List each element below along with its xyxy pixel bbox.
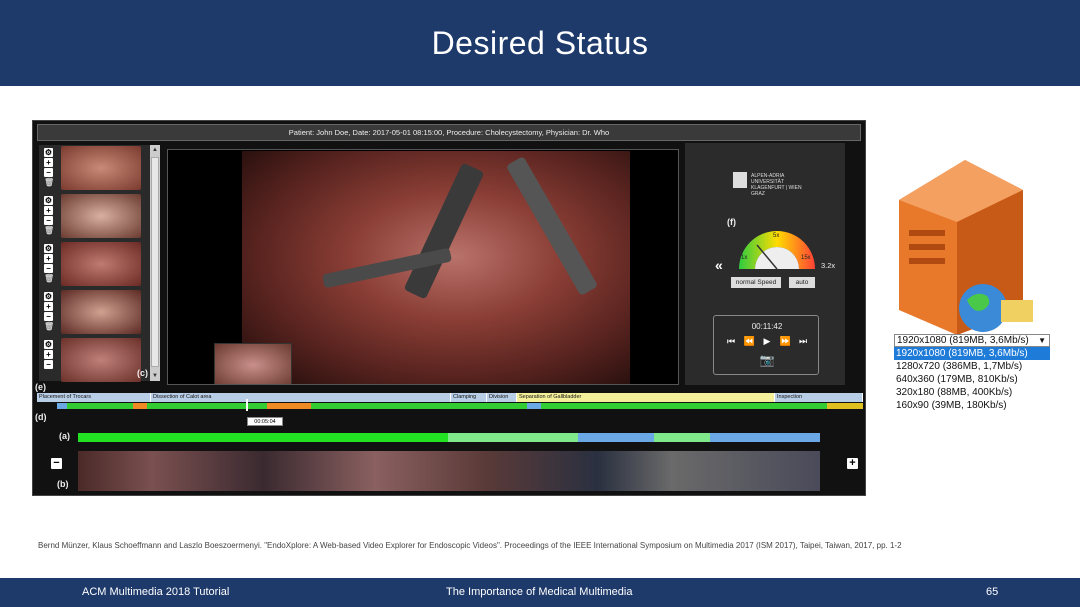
- normal-speed-button[interactable]: normal Speed: [731, 277, 781, 288]
- label-d: (d): [35, 412, 47, 422]
- trash-icon[interactable]: 🗑: [44, 274, 54, 283]
- plus-icon[interactable]: +: [44, 206, 53, 215]
- gauge-value: 3.2x: [821, 261, 836, 270]
- list-item[interactable]: ⚙ + − 🗑: [39, 193, 159, 239]
- quality-option[interactable]: 1920x1080 (819MB, 3,6Mb/s): [894, 347, 1050, 360]
- quality-selector[interactable]: 1920x1080 (819MB, 3,6Mb/s) ▼ 1920x1080 (8…: [894, 334, 1050, 412]
- minus-icon[interactable]: −: [44, 216, 53, 225]
- surgical-instrument: [403, 162, 485, 300]
- time-tooltip: 00:05:04: [247, 417, 283, 426]
- settings-icon[interactable]: ⚙: [44, 148, 53, 157]
- skip-to-start-icon[interactable]: ⏮: [726, 336, 737, 347]
- endoscopic-video-frame[interactable]: [242, 151, 630, 384]
- trash-icon[interactable]: 🗑: [44, 226, 54, 235]
- zoom-out-button[interactable]: −: [51, 458, 62, 469]
- keyframe-thumbnail[interactable]: [61, 290, 141, 334]
- server-icon: [899, 160, 1033, 335]
- plus-icon[interactable]: +: [44, 350, 53, 359]
- trash-icon[interactable]: 🗑: [44, 178, 54, 187]
- auto-speed-button[interactable]: auto: [789, 277, 815, 288]
- settings-icon[interactable]: ⚙: [44, 244, 53, 253]
- quality-option[interactable]: 320x180 (88MB, 400Kb/s): [894, 386, 1050, 399]
- gauge-tick-5x: 5x: [773, 233, 779, 239]
- label-c: (c): [137, 368, 148, 378]
- settings-icon[interactable]: ⚙: [44, 340, 53, 349]
- keyframe-thumbnail[interactable]: [61, 194, 141, 238]
- plus-icon[interactable]: +: [44, 158, 53, 167]
- phase-segment[interactable]: Dissection of Calot area: [151, 393, 451, 402]
- patient-info-bar: Patient: John Doe, Date: 2017-05-01 08:1…: [37, 124, 861, 141]
- label-a: (a): [59, 431, 70, 441]
- footer-center: The Importance of Medical Multimedia: [446, 586, 633, 598]
- keyframe-thumbnail[interactable]: [61, 242, 141, 286]
- keyframe-scrollbar[interactable]: ▲ ▼: [150, 145, 160, 381]
- quality-option[interactable]: 160x90 (39MB, 180Kb/s): [894, 399, 1050, 412]
- list-item[interactable]: ⚙ + − 🗑: [39, 145, 159, 191]
- camera-icon[interactable]: 📷: [759, 353, 775, 367]
- timeline-cursor[interactable]: [246, 399, 248, 411]
- chevron-down-icon[interactable]: ▼: [1038, 335, 1046, 347]
- play-icon[interactable]: ▶: [762, 336, 773, 347]
- label-e: (e): [35, 382, 46, 392]
- plus-icon[interactable]: +: [44, 254, 53, 263]
- phase-segment[interactable]: Separation of Gallbladder: [517, 393, 775, 402]
- phase-segment[interactable]: Inspection: [775, 393, 863, 402]
- video-viewer[interactable]: (c): [167, 149, 679, 385]
- university-logo: ALPEN-ADRIA UNIVERSITÄT KLAGENFURT | WIE…: [733, 171, 803, 197]
- step-forward-icon[interactable]: ⏩: [780, 336, 791, 347]
- minus-icon[interactable]: −: [44, 360, 53, 369]
- scroll-down-icon[interactable]: ▼: [150, 371, 160, 381]
- skip-to-end-icon[interactable]: ⏭: [798, 336, 809, 347]
- slide-footer: ACM Multimedia 2018 Tutorial The Importa…: [0, 578, 1080, 607]
- slide-title: Desired Status: [431, 24, 649, 61]
- endoxplore-app: Patient: John Doe, Date: 2017-05-01 08:1…: [32, 120, 866, 496]
- slide: Desired Status Patient: John Doe, Date: …: [0, 0, 1080, 607]
- minus-icon[interactable]: −: [44, 312, 53, 321]
- collapse-panel-icon[interactable]: «: [715, 257, 723, 273]
- current-time: 00:11:42: [751, 322, 783, 331]
- surgical-instrument: [505, 156, 599, 296]
- gauge-tick-15x: 15x: [801, 255, 811, 261]
- quality-select[interactable]: 1920x1080 (819MB, 3,6Mb/s) ▼: [894, 334, 1050, 347]
- keyframe-thumbnail[interactable]: [61, 338, 141, 382]
- page-number: 65: [986, 586, 999, 598]
- playback-control-panel: ALPEN-ADRIA UNIVERSITÄT KLAGENFURT | WIE…: [685, 143, 845, 385]
- quality-option[interactable]: 1280x720 (386MB, 1,7Mb/s): [894, 360, 1050, 373]
- phase-segment[interactable]: Clamping: [451, 393, 487, 402]
- settings-icon[interactable]: ⚙: [44, 196, 53, 205]
- footer-left: ACM Multimedia 2018 Tutorial: [82, 586, 230, 598]
- speed-buttons: normal Speed auto: [731, 277, 831, 288]
- keyframe-thumbnail[interactable]: [61, 146, 141, 190]
- phase-segment[interactable]: Division: [487, 393, 517, 402]
- video-filmstrip[interactable]: [78, 451, 820, 491]
- list-item[interactable]: ⚙ + − 🗑: [39, 241, 159, 287]
- citation: Bernd Münzer, Klaus Schoeffmann and Lasz…: [38, 541, 902, 550]
- settings-icon[interactable]: ⚙: [44, 292, 53, 301]
- label-b: (b): [57, 479, 69, 489]
- minus-icon[interactable]: −: [44, 168, 53, 177]
- minus-icon[interactable]: −: [44, 264, 53, 273]
- step-back-icon[interactable]: ⏪: [744, 336, 755, 347]
- surgical-phase-bar[interactable]: Placement of Trocars Dissection of Calot…: [37, 393, 863, 402]
- event-timeline[interactable]: [57, 403, 863, 409]
- keyframe-list: ⚙ + − 🗑 ⚙ + − 🗑 ⚙ + − 🗑 ⚙ + − 🗑 ⚙ + −: [39, 145, 159, 382]
- scrollbar-thumb[interactable]: [151, 157, 159, 367]
- gauge-tick-1x: 1x: [741, 255, 747, 261]
- plus-icon[interactable]: +: [44, 302, 53, 311]
- phase-segment[interactable]: Placement of Trocars: [37, 393, 151, 402]
- slide-header: Desired Status: [0, 0, 1080, 86]
- zoom-in-button[interactable]: +: [847, 458, 858, 469]
- player-controls: 00:11:42 ⏮ ⏪ ▶ ⏩ ⏭ 📷: [713, 315, 819, 375]
- trash-icon[interactable]: 🗑: [44, 322, 54, 331]
- segment-timeline[interactable]: [78, 433, 820, 442]
- speed-gauge[interactable]: 1x 5x 15x: [735, 223, 819, 271]
- scroll-up-icon[interactable]: ▲: [150, 145, 160, 155]
- hover-preview-thumbnail: [214, 343, 292, 384]
- quality-option[interactable]: 640x360 (179MB, 810Kb/s): [894, 373, 1050, 386]
- logo-icon: [733, 172, 747, 188]
- list-item[interactable]: ⚙ + − 🗑: [39, 289, 159, 335]
